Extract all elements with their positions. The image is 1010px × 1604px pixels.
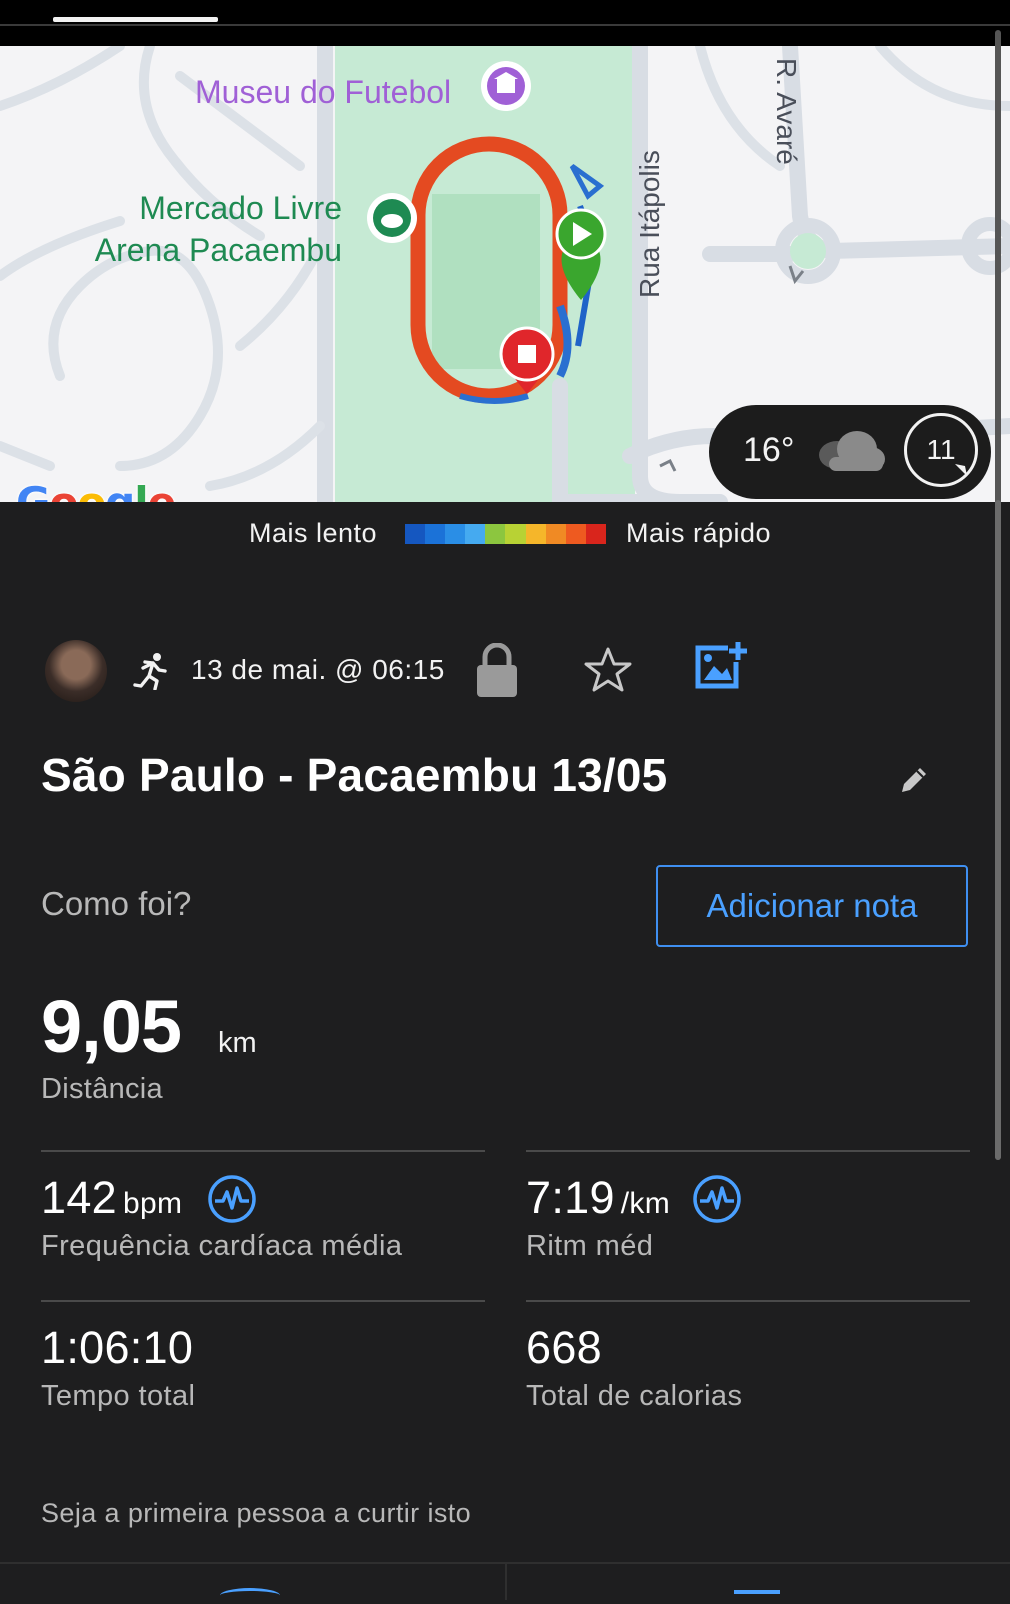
heart-rate-chart-icon[interactable] — [207, 1174, 257, 1224]
street-label-itapolis: Rua Itápolis — [634, 150, 665, 298]
pace-unit: /km — [620, 1187, 671, 1220]
total-time-label: Tempo total — [41, 1380, 196, 1412]
stat-divider — [526, 1300, 970, 1302]
distance-label: Distância — [41, 1073, 163, 1105]
google-letter: o — [49, 478, 78, 502]
pace-scale-step — [425, 524, 446, 544]
stat-divider — [526, 1150, 970, 1152]
wind-speed-dial: 11 — [904, 413, 978, 487]
pace-scale-step — [545, 524, 566, 544]
google-letter: o — [77, 478, 106, 502]
heart-rate-value-row: 142 bpm — [41, 1172, 182, 1224]
add-note-button[interactable]: Adicionar nota — [656, 865, 968, 947]
pace-chart-icon[interactable] — [692, 1174, 742, 1224]
google-letter: l — [134, 478, 148, 502]
pace-scale-step — [525, 524, 546, 544]
comment-action-icon[interactable] — [734, 1590, 780, 1604]
distance-value: 9,05 — [41, 985, 182, 1068]
pace-label: Ritm méd — [526, 1230, 654, 1262]
calories-label: Total de calorias — [526, 1380, 743, 1412]
poi-arena-line1: Mercado Livre — [139, 190, 342, 226]
running-icon — [133, 653, 167, 690]
how-was-it-prompt: Como foi? — [41, 885, 192, 922]
scrollbar-thumb[interactable] — [995, 500, 1001, 1160]
top-divider — [0, 24, 1010, 26]
weather-widget[interactable]: 16° 11 — [709, 405, 991, 499]
activity-title: São Paulo - Pacaembu 13/05 — [41, 749, 668, 801]
pace-scale-step — [445, 524, 466, 544]
avatar[interactable] — [45, 640, 107, 702]
pace-scale-step — [505, 524, 526, 544]
pace-legend: Mais lento Mais rápido — [0, 512, 1010, 556]
google-letter: G — [16, 478, 50, 502]
star-icon[interactable] — [583, 646, 633, 694]
google-letter: e — [148, 478, 176, 502]
top-bar — [0, 0, 1010, 46]
like-action-icon[interactable] — [220, 1588, 280, 1603]
active-tab-indicator — [53, 17, 218, 22]
likes-prompt[interactable]: Seja a primeira pessoa a curtir isto — [41, 1498, 471, 1529]
stat-divider — [41, 1300, 485, 1302]
pace-value-row: 7:19/km — [526, 1172, 670, 1224]
pace-scale-step — [465, 524, 486, 544]
add-photo-icon[interactable] — [694, 640, 748, 690]
wind-direction-icon — [955, 464, 967, 476]
street-label-avare: R. Avaré — [771, 58, 802, 165]
lock-icon[interactable] — [477, 643, 517, 697]
edit-pencil-icon[interactable] — [898, 764, 930, 796]
pace-color-scale — [405, 524, 606, 544]
calories-value: 668 — [526, 1322, 602, 1373]
google-logo: Google — [16, 478, 176, 502]
activity-meta-row: 13 de mai. @ 06:15 — [0, 638, 1010, 708]
heart-rate-unit: bpm — [122, 1187, 183, 1220]
pace-value: 7:19 — [526, 1172, 615, 1223]
weather-temperature: 16° — [743, 431, 795, 469]
cloud-icon — [819, 431, 885, 471]
poi-label-arena[interactable]: Mercado Livre Arena Pacaembu — [95, 188, 342, 271]
stat-divider — [41, 1150, 485, 1152]
pace-scale-step — [565, 524, 586, 544]
legend-slow-label: Mais lento — [249, 518, 378, 548]
poi-label-museu[interactable]: Museu do Futebol — [195, 72, 451, 114]
pace-scale-step — [405, 524, 426, 544]
distance-unit: km — [218, 1027, 257, 1059]
legend-fast-label: Mais rápido — [626, 518, 772, 548]
google-letter: g — [105, 478, 135, 502]
pace-scale-step — [485, 524, 506, 544]
total-time-value: 1:06:10 — [41, 1322, 194, 1373]
heart-rate-value: 142 — [41, 1172, 117, 1223]
activity-date: 13 de mai. @ 06:15 — [191, 654, 445, 685]
poi-arena-line2: Arena Pacaembu — [94, 231, 342, 268]
heart-rate-label: Frequência cardíaca média — [41, 1230, 403, 1262]
pace-scale-step — [585, 524, 606, 544]
bottom-action-separator — [505, 1562, 507, 1600]
